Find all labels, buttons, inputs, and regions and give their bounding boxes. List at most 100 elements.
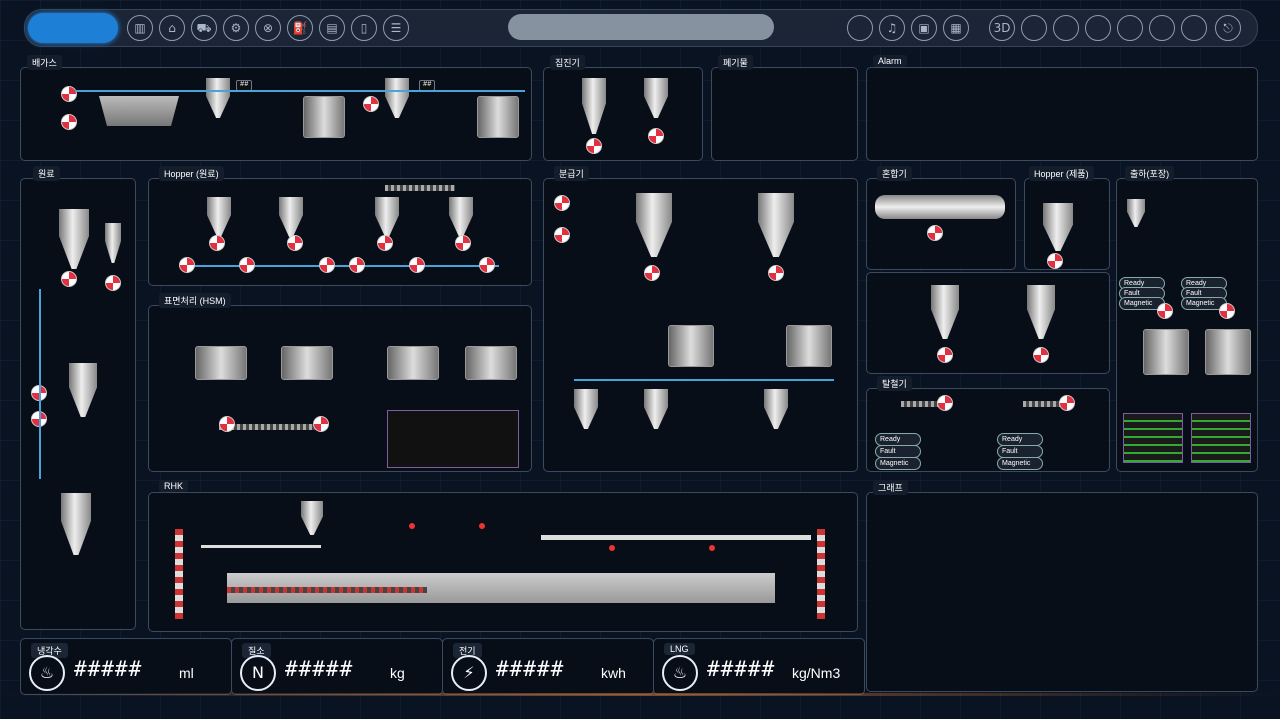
magnetic-status: Magnetic bbox=[875, 457, 921, 470]
filter-icon[interactable]: ⊗ bbox=[255, 15, 281, 41]
valve-icon[interactable] bbox=[644, 265, 660, 281]
meter-value: ##### bbox=[496, 657, 565, 681]
list-icon[interactable]: ☰ bbox=[383, 15, 409, 41]
valve-icon[interactable] bbox=[313, 416, 329, 432]
hopper-icon bbox=[1127, 199, 1145, 227]
dust-collector-icon bbox=[582, 78, 606, 134]
meter-electricity: 전기 ⚡ ##### kwh bbox=[442, 638, 654, 695]
hopper-icon bbox=[1027, 285, 1055, 339]
valve-icon[interactable] bbox=[179, 257, 195, 273]
search-bar[interactable] bbox=[508, 14, 774, 40]
nav-blank-button[interactable] bbox=[1149, 15, 1175, 41]
panel-title: 혼합기 bbox=[877, 166, 912, 181]
valve-icon[interactable] bbox=[927, 225, 943, 241]
outlet-column bbox=[817, 529, 825, 619]
factory-icon[interactable]: ⚙ bbox=[223, 15, 249, 41]
valve-icon[interactable] bbox=[363, 96, 379, 112]
valve-icon[interactable] bbox=[1033, 347, 1049, 363]
nav-blank-button[interactable] bbox=[1117, 15, 1143, 41]
tank-icon bbox=[668, 325, 714, 367]
valve-icon[interactable] bbox=[648, 128, 664, 144]
valve-icon[interactable] bbox=[105, 275, 121, 291]
nav-blank-button[interactable] bbox=[1053, 15, 1079, 41]
inlet-column bbox=[175, 529, 183, 619]
valve-icon[interactable] bbox=[61, 271, 77, 287]
meter-cooling-water: 냉각수 ♨ ##### ml bbox=[20, 638, 232, 695]
shipping-table-right bbox=[1191, 413, 1251, 463]
bus-icon[interactable]: ▤ bbox=[319, 15, 345, 41]
valve-icon[interactable] bbox=[479, 257, 495, 273]
process-a-icon[interactable]: ⌂ bbox=[159, 15, 185, 41]
valve-icon[interactable] bbox=[319, 257, 335, 273]
panel-title: Alarm bbox=[873, 55, 907, 67]
silo-icon bbox=[61, 493, 91, 555]
waste-panel: 폐기물 bbox=[711, 55, 858, 161]
nav-blank-button[interactable] bbox=[1085, 15, 1111, 41]
shipping-panel: 출하(포장) Ready Fault Magnetic Ready Fault … bbox=[1116, 166, 1258, 472]
mixer-drum bbox=[875, 195, 1005, 219]
panel-icon[interactable]: ▥ bbox=[127, 15, 153, 41]
exit-icon[interactable]: ⎋ bbox=[1215, 15, 1241, 41]
sensor-dot bbox=[479, 523, 485, 529]
sensor-dot bbox=[409, 523, 415, 529]
valve-icon[interactable] bbox=[1219, 303, 1235, 319]
graph-panel: 그래프 bbox=[866, 480, 1258, 692]
sensor-dot bbox=[609, 545, 615, 551]
nav-blank-button[interactable] bbox=[1181, 15, 1207, 41]
conveyor bbox=[1023, 401, 1063, 407]
valve-icon[interactable] bbox=[287, 235, 303, 251]
valve-icon[interactable] bbox=[1157, 303, 1173, 319]
dust-collector-panel: 집진기 bbox=[543, 55, 703, 161]
valve-icon[interactable] bbox=[1047, 253, 1063, 269]
home-button[interactable] bbox=[28, 13, 118, 43]
conveyor bbox=[385, 185, 455, 191]
cyclone-icon bbox=[206, 78, 230, 118]
valve-icon[interactable] bbox=[61, 86, 77, 102]
valve-icon[interactable] bbox=[209, 235, 225, 251]
valve-icon[interactable] bbox=[377, 235, 393, 251]
circle-1-icon[interactable] bbox=[847, 15, 873, 41]
valve-icon[interactable] bbox=[554, 227, 570, 243]
conveyor bbox=[901, 401, 941, 407]
valve-icon[interactable] bbox=[937, 347, 953, 363]
panel-title: 원료 bbox=[33, 166, 60, 181]
hsm-unit bbox=[465, 346, 517, 380]
hsm-unit bbox=[281, 346, 333, 380]
valve-icon[interactable] bbox=[768, 265, 784, 281]
pipe-line bbox=[574, 379, 834, 381]
valve-icon[interactable] bbox=[239, 257, 255, 273]
view-3d-button[interactable]: 3D bbox=[989, 15, 1015, 41]
tank-icon bbox=[786, 325, 832, 367]
valve-icon[interactable] bbox=[349, 257, 365, 273]
valve-icon[interactable] bbox=[937, 395, 953, 411]
chart-bars-icon[interactable]: ▦ bbox=[943, 15, 969, 41]
vehicle-icon[interactable]: ⛟ bbox=[191, 15, 217, 41]
meter-unit: kg/Nm3 bbox=[792, 665, 841, 681]
mixer-panel: 혼합기 bbox=[866, 166, 1016, 270]
valve-icon[interactable] bbox=[409, 257, 425, 273]
hopper-raw-panel: Hopper (원료) bbox=[148, 166, 532, 286]
valve-icon[interactable] bbox=[219, 416, 235, 432]
bell-icon[interactable]: ♫ bbox=[879, 15, 905, 41]
valve-icon[interactable] bbox=[586, 138, 602, 154]
monitor-icon[interactable]: ▣ bbox=[911, 15, 937, 41]
hsm-unit bbox=[387, 346, 439, 380]
sensor-dot bbox=[709, 545, 715, 551]
nav-blank-button[interactable] bbox=[1021, 15, 1047, 41]
panel-title: Hopper (원료) bbox=[159, 166, 224, 181]
valve-icon[interactable] bbox=[61, 114, 77, 130]
tank-truck-icon[interactable]: ⛽ bbox=[287, 15, 313, 41]
flame-icon: ♨ bbox=[662, 655, 698, 691]
valve-icon[interactable] bbox=[455, 235, 471, 251]
meter-nitrogen: 질소 N ##### kg bbox=[231, 638, 443, 695]
rhk-data-table bbox=[387, 410, 519, 468]
valve-icon[interactable] bbox=[554, 195, 570, 211]
raw-hopper-icon bbox=[59, 209, 89, 269]
iron-remover-panel: 탈철기 Ready Fault Magnetic Ready Fault Mag… bbox=[866, 376, 1110, 472]
valve-icon[interactable] bbox=[1059, 395, 1075, 411]
raw-hopper-icon bbox=[105, 223, 121, 263]
exhaust-panel: 배가스 ## ## bbox=[20, 55, 532, 161]
tank-icon bbox=[477, 96, 519, 138]
tube-icon[interactable]: ▯ bbox=[351, 15, 377, 41]
meter-value: ##### bbox=[74, 657, 143, 681]
